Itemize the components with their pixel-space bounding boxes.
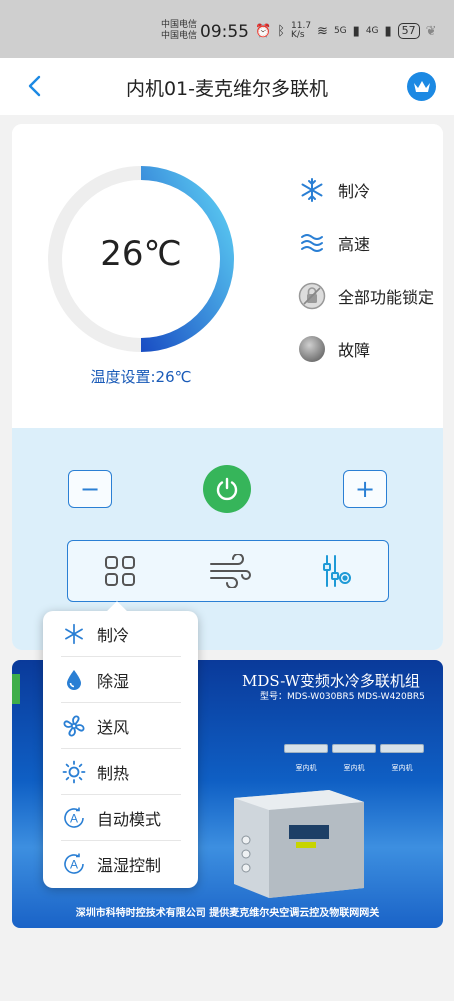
app-header: 内机01-麦克维尔多联机 — [0, 58, 454, 115]
status-mode: 制冷 — [298, 176, 370, 204]
indoor-unit: 室内机 — [380, 744, 424, 773]
network-speed: 11.7 K/s — [291, 22, 311, 40]
grid-icon — [105, 556, 135, 586]
carrier-2: 中国电信 — [161, 31, 198, 41]
function-toolbar — [67, 540, 389, 602]
mode-dropdown-menu: 制冷 除湿 送风 制热 A 自动模式 A 温湿控制 — [43, 601, 198, 888]
status-mode-label: 制冷 — [338, 182, 371, 201]
status-icons: ⏰ ᛒ 11.7 K/s ≋ 5G ▮ 4G ▮ 57 ❦ — [255, 22, 437, 40]
droplet-icon — [61, 667, 87, 693]
auto-a-icon: A — [61, 805, 87, 831]
wifi-icon: ≋ — [317, 23, 328, 39]
sun-icon — [61, 759, 87, 785]
status-fan-label: 高速 — [338, 235, 371, 254]
status-lock: 全部功能锁定 — [298, 282, 434, 310]
sliders-gear-icon — [323, 555, 351, 587]
menu-item-fan[interactable]: 送风 — [43, 703, 198, 749]
fault-indicator-icon — [298, 335, 326, 363]
menu-item-label: 制冷 — [97, 626, 130, 645]
power-icon — [216, 477, 238, 501]
fan-icon — [61, 713, 87, 739]
banner-subtitle: 型号：MDS-W030BR5 MDS-W420BR5 — [260, 692, 425, 702]
alarm-icon: ⏰ — [255, 23, 272, 39]
indoor-unit-caption: 室内机 — [295, 764, 317, 772]
power-button[interactable] — [203, 465, 251, 513]
svg-text:A: A — [70, 812, 78, 826]
brand-logo-strip — [12, 674, 20, 704]
outdoor-unit-image — [234, 790, 364, 898]
mode-menu-button[interactable] — [100, 553, 140, 589]
speed-unit: K/s — [291, 30, 305, 40]
device-card: 26℃ 温度设置:26℃ 制冷 高速 全部功能锁定 故障 − + — [12, 124, 443, 650]
status-lock-label: 全部功能锁定 — [338, 288, 435, 307]
network-4g: 4G — [365, 26, 379, 36]
leaf-icon: ❦ — [425, 23, 437, 39]
indoor-unit: 室内机 — [284, 744, 328, 773]
menu-item-dehumidify[interactable]: 除湿 — [43, 657, 198, 703]
menu-item-label: 制热 — [97, 764, 130, 783]
indoor-unit-vent — [380, 744, 424, 753]
settings-adjust-button[interactable] — [316, 553, 356, 589]
crown-icon — [413, 80, 430, 92]
indoor-unit-caption: 室内机 — [343, 764, 365, 772]
battery-indicator: 57 — [397, 23, 420, 39]
setpoint-label: 温度设置:26℃ — [90, 368, 192, 386]
indoor-unit-vent — [284, 744, 328, 753]
page-title: 内机01-麦克维尔多联机 — [125, 78, 329, 100]
menu-item-auto[interactable]: A 自动模式 — [43, 795, 198, 841]
status-fault-label: 故障 — [338, 341, 371, 360]
menu-item-cool[interactable]: 制冷 — [43, 611, 198, 657]
banner-title: MDS-W变频水冷多联机组 — [242, 672, 420, 690]
carrier-labels: 中国电信 中国电信 — [161, 20, 197, 42]
bluetooth-icon: ᛒ — [277, 23, 285, 39]
status-bar: 中国电信 中国电信 09:55 ⏰ ᛒ 11.7 K/s ≋ 5G ▮ 4G ▮… — [0, 0, 454, 58]
menu-item-label: 除湿 — [97, 672, 130, 691]
banner-footer: 深圳市科特时控技术有限公司 提供麦克维尔央空调云控及物联网网关 — [75, 908, 380, 919]
status-panel: 26℃ 温度设置:26℃ 制冷 高速 全部功能锁定 故障 — [12, 124, 443, 428]
menu-item-label: 自动模式 — [97, 810, 162, 829]
signal-icon-2: ▮ — [384, 23, 392, 39]
increase-temp-button[interactable]: + — [343, 470, 387, 508]
carrier-1: 中国电信 — [161, 20, 198, 30]
status-fault: 故障 — [298, 335, 370, 363]
wind-icon — [210, 554, 251, 588]
status-fan-speed: 高速 — [298, 229, 370, 257]
snowflake-icon — [298, 176, 326, 204]
indoor-unit-vent — [332, 744, 376, 753]
snowflake-icon — [61, 621, 87, 647]
indoor-unit: 室内机 — [332, 744, 376, 773]
signal-icon: ▮ — [352, 23, 360, 39]
indoor-unit-caption: 室内机 — [391, 764, 413, 772]
current-temperature: 26℃ — [100, 234, 182, 274]
auto-a-icon: A — [61, 851, 87, 877]
wind-waves-icon — [298, 229, 326, 257]
lock-disabled-icon — [298, 282, 326, 310]
menu-item-heat[interactable]: 制热 — [43, 749, 198, 795]
clock: 09:55 — [200, 22, 249, 42]
decrease-temp-button[interactable]: − — [68, 470, 112, 508]
crown-button[interactable] — [407, 72, 436, 101]
network-5g: 5G — [333, 26, 347, 36]
fan-speed-button[interactable] — [208, 553, 252, 589]
menu-item-temp-humidity[interactable]: A 温湿控制 — [43, 841, 198, 887]
menu-item-label: 送风 — [97, 718, 130, 737]
svg-text:A: A — [70, 858, 78, 872]
menu-item-label: 温湿控制 — [97, 856, 162, 875]
